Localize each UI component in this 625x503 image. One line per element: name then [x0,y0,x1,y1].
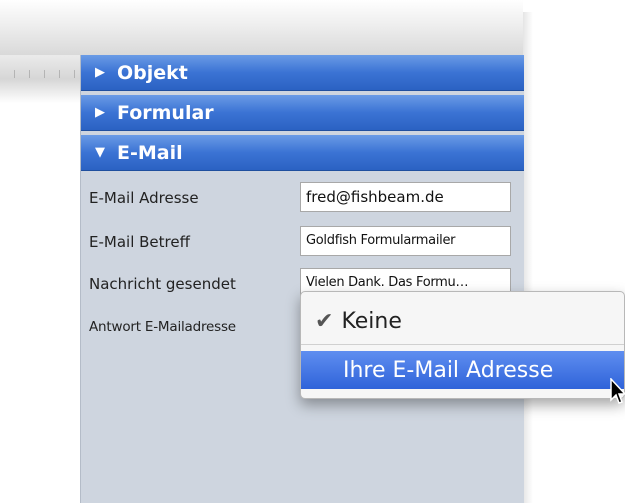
window-titlebar [0,0,523,55]
menu-item-label: Keine [341,308,402,334]
window-shadow [523,12,533,503]
email-address-label: E-Mail Adresse [89,189,199,207]
section-header-formular[interactable]: ▶ Formular [81,95,524,131]
menu-item-keine[interactable]: ✔ Keine [301,302,624,340]
section-label-objekt: Objekt [117,61,188,84]
inspector-panel: ▶ Objekt ▶ Formular ▼ E-Mail E-Mail Adre… [80,55,524,503]
section-header-objekt[interactable]: ▶ Objekt [81,55,524,91]
triangle-down-icon: ▼ [95,145,105,160]
reply-address-label: Antwort E-Mailadresse [89,319,236,335]
email-subject-label: E-Mail Betreff [89,233,190,251]
triangle-right-icon: ▶ [95,65,105,80]
menu-item-label: Ihre E-Mail Adresse [343,357,554,383]
email-subject-field[interactable]: Goldfish Formularmailer [300,226,511,256]
section-header-email[interactable]: ▼ E-Mail [81,135,524,171]
ruler-ticks [0,70,80,78]
triangle-right-icon: ▶ [95,105,105,120]
ruler [0,55,80,103]
section-label-formular: Formular [117,101,214,124]
menu-separator [301,344,624,345]
mouse-pointer-icon [610,378,625,404]
reply-address-popup-menu[interactable]: ✔ Keine Ihre E-Mail Adresse [300,291,625,399]
message-sent-label: Nachricht gesendet [89,275,236,293]
checkmark-icon: ✔ [315,308,334,334]
section-label-email: E-Mail [117,141,183,164]
email-address-field[interactable]: fred@fishbeam.de [300,182,511,212]
menu-item-ihre-email-adresse[interactable]: Ihre E-Mail Adresse [301,351,624,389]
